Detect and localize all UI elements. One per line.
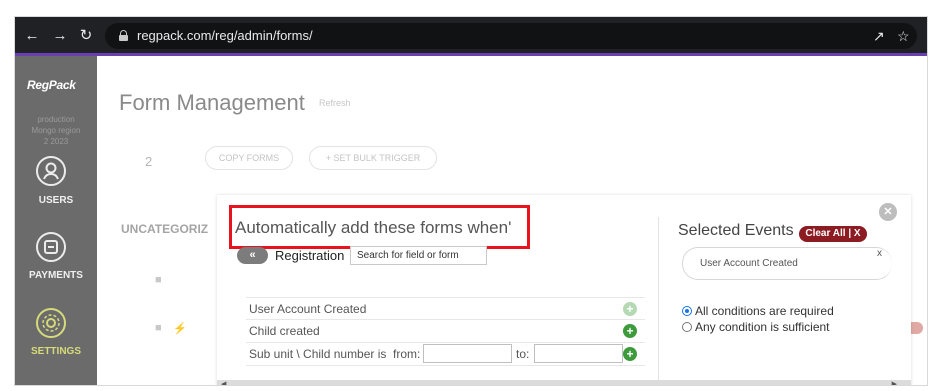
star-icon[interactable]: ☆ xyxy=(897,27,910,45)
event-label: Child created xyxy=(249,324,320,338)
set-bulk-trigger-button[interactable]: + SET BULK TRIGGER xyxy=(309,146,437,170)
range-event-label: Sub unit \ Child number is xyxy=(249,347,387,361)
settings-icon[interactable] xyxy=(36,308,66,338)
row-handle-icon: ■ xyxy=(155,322,162,334)
close-icon[interactable]: ✕ xyxy=(879,203,897,221)
environment-info: production Mongo region 2 2023 xyxy=(15,114,97,147)
payments-icon[interactable] xyxy=(36,232,66,262)
event-row-child-created[interactable]: Child created + xyxy=(246,320,645,343)
remove-chip-icon[interactable]: x xyxy=(877,248,882,259)
event-row-user-account-created[interactable]: User Account Created + xyxy=(246,297,645,320)
modal-title: Automatically add these forms when' xyxy=(235,218,512,237)
radio-any-condition[interactable]: Any condition is sufficient xyxy=(682,320,830,334)
event-label: User Account Created xyxy=(249,302,367,316)
forward-arrow-icon[interactable]: → xyxy=(51,27,69,45)
trigger-modal: Automatically add these forms when' « Re… xyxy=(217,195,911,385)
registration-label: Registration xyxy=(275,248,345,263)
row-handle-icon: ■ xyxy=(155,274,162,286)
from-label: from: xyxy=(393,347,421,361)
selected-event-chip: User Account Created x xyxy=(682,247,892,280)
lightning-icon: ⚡ xyxy=(173,323,187,335)
radio-button[interactable] xyxy=(682,322,692,332)
share-icon[interactable]: ↗ xyxy=(873,27,885,45)
screenshot-frame: ← → ↻ regpack.com/reg/admin/forms/ ↗ ☆ R… xyxy=(14,16,928,386)
browser-toolbar: ← → ↻ regpack.com/reg/admin/forms/ ↗ ☆ xyxy=(15,17,927,56)
reload-icon[interactable]: ↻ xyxy=(77,27,95,45)
regpack-logo[interactable]: RegPack xyxy=(27,78,76,92)
chip-label: User Account Created xyxy=(700,258,798,269)
back-arrow-icon[interactable]: ← xyxy=(23,27,41,45)
env-line: production xyxy=(37,115,75,124)
copy-forms-button[interactable]: COPY FORMS xyxy=(205,146,293,170)
page-title: Form Management xyxy=(119,90,305,115)
horizontal-scrollbar[interactable]: ◀ ▶ xyxy=(217,380,911,385)
from-input[interactable] xyxy=(423,344,512,363)
scroll-left-icon[interactable]: ◀ xyxy=(221,380,226,385)
address-bar[interactable]: regpack.com/reg/admin/forms/ ↗ ☆ xyxy=(105,23,917,49)
user-icon[interactable] xyxy=(36,156,66,186)
add-event-icon[interactable]: + xyxy=(623,302,637,316)
sidebar-item-users[interactable]: USERS xyxy=(15,195,97,206)
clear-all-button[interactable]: Clear All | X xyxy=(799,226,867,242)
env-line: 2 2023 xyxy=(43,137,69,146)
url-text: regpack.com/reg/admin/forms/ xyxy=(137,28,313,43)
radio-label: Any condition is sufficient xyxy=(695,320,830,334)
add-event-icon[interactable]: + xyxy=(623,324,637,338)
sidebar-item-settings[interactable]: SETTINGS xyxy=(15,346,97,357)
scroll-right-icon[interactable]: ▶ xyxy=(892,380,897,385)
env-line: Mongo region xyxy=(31,126,81,135)
radio-all-conditions[interactable]: All conditions are required xyxy=(682,304,834,318)
sidebar: RegPack production Mongo region 2 2023 U… xyxy=(15,56,97,385)
lock-icon[interactable] xyxy=(119,30,128,41)
refresh-link[interactable]: Refresh xyxy=(319,98,351,108)
add-event-icon[interactable]: + xyxy=(623,347,637,361)
to-input[interactable] xyxy=(534,344,623,363)
back-button[interactable]: « xyxy=(237,247,268,264)
search-input[interactable] xyxy=(350,246,487,265)
event-row-child-number: Sub unit \ Child number is from: to: + xyxy=(246,343,645,366)
radio-button[interactable] xyxy=(682,306,692,316)
to-label: to: xyxy=(516,347,530,361)
sidebar-item-payments[interactable]: PAYMENTS xyxy=(15,270,97,281)
radio-label: All conditions are required xyxy=(695,304,834,318)
forms-count: 2 xyxy=(145,154,153,169)
uncategorized-heading: UNCATEGORIZ xyxy=(121,222,209,236)
selected-events-title: Selected Events xyxy=(678,222,794,239)
modal-divider xyxy=(658,217,659,385)
